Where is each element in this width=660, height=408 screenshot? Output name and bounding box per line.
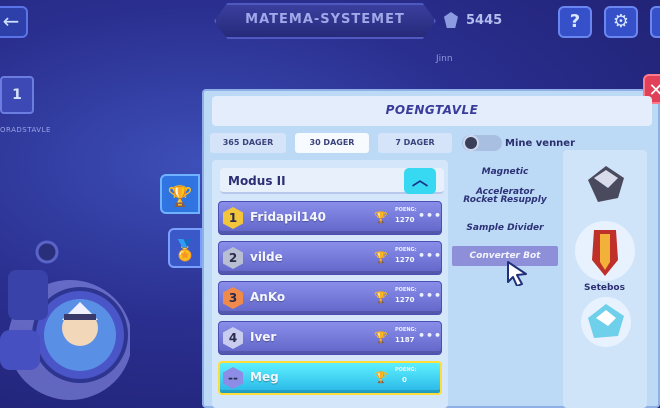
points-label: POENG:: [395, 207, 417, 213]
question-icon: ?: [569, 11, 581, 32]
back-button[interactable]: ←: [0, 6, 28, 38]
friends-toggle-label: Mine venner: [505, 138, 576, 149]
gem-icon: [444, 12, 458, 28]
medal-icon: 🏅: [172, 238, 198, 262]
player-name: Meg: [250, 370, 279, 384]
points-value: 1270: [395, 296, 415, 304]
points-value: 0: [402, 376, 407, 384]
gear-icon: ⚙: [612, 11, 630, 32]
mode-label: Modus II: [228, 174, 286, 188]
ice-world-icon[interactable]: [580, 296, 632, 348]
chevron-up-icon: ︿: [411, 170, 428, 189]
filter-7-days[interactable]: 7 DAGER: [378, 133, 452, 153]
toggle-knob: [463, 135, 479, 151]
player-name: AnKo: [250, 290, 286, 304]
world-icon[interactable]: [578, 156, 634, 212]
modal-title: POENGTAVLE: [385, 103, 479, 117]
page-title: MATEMA-SYSTEMET: [245, 12, 405, 27]
leaderboard-tab[interactable]: 🏆: [160, 174, 200, 214]
arrow-left-icon: ←: [2, 9, 20, 33]
filter-30-days[interactable]: 30 DAGER: [295, 133, 369, 153]
player-name: vilde: [250, 250, 283, 264]
points-label: POENG:: [395, 367, 417, 373]
trophy-icon: 🏆: [374, 251, 388, 264]
points-value: 1270: [395, 256, 415, 264]
help-button[interactable]: ?: [558, 6, 592, 38]
item-rocket-resupply[interactable]: Rocket Resupply: [452, 190, 558, 210]
currency-value: 5445: [466, 13, 503, 28]
trophy-icon: 🏆: [374, 331, 388, 344]
more-options-icon[interactable]: •••: [418, 249, 442, 262]
menu-button[interactable]: [650, 6, 660, 38]
setebos-world-icon[interactable]: [574, 220, 636, 282]
points-label: POENG:: [395, 287, 417, 293]
medal-tab[interactable]: 🏅: [168, 228, 202, 268]
settings-button[interactable]: ⚙: [604, 6, 638, 38]
trophy-icon: 🏆: [167, 184, 193, 208]
item-magnetic-accelerator[interactable]: Magnetic Accelerator: [452, 162, 558, 197]
trophy-icon: 🏆: [374, 371, 388, 384]
selected-world-label: Setebos: [584, 283, 625, 293]
more-options-icon[interactable]: •••: [418, 329, 442, 342]
location-label: Jinn: [436, 54, 453, 64]
player-name: Fridapil140: [250, 210, 327, 224]
item-converter-bot[interactable]: Converter Bot: [452, 246, 558, 266]
collapse-button[interactable]: ︿: [404, 168, 436, 194]
points-value: 1270: [395, 216, 415, 224]
item-sample-divider[interactable]: Sample Divider: [452, 218, 558, 238]
player-name: Iver: [250, 330, 277, 344]
filter-365-days[interactable]: 365 DAGER: [210, 133, 286, 153]
cursor-icon: [507, 261, 527, 286]
more-options-icon[interactable]: •••: [418, 289, 442, 302]
points-label: POENG:: [395, 247, 417, 253]
robot-mascot: [0, 240, 130, 400]
points-value: 1187: [395, 336, 415, 344]
points-label: POENG:: [395, 327, 417, 333]
more-options-icon[interactable]: •••: [418, 209, 442, 222]
level-badge[interactable]: 1: [0, 76, 34, 114]
level-caption: ORADSTAVLE: [0, 126, 51, 134]
trophy-icon: 🏆: [374, 291, 388, 304]
trophy-icon: 🏆: [374, 211, 388, 224]
